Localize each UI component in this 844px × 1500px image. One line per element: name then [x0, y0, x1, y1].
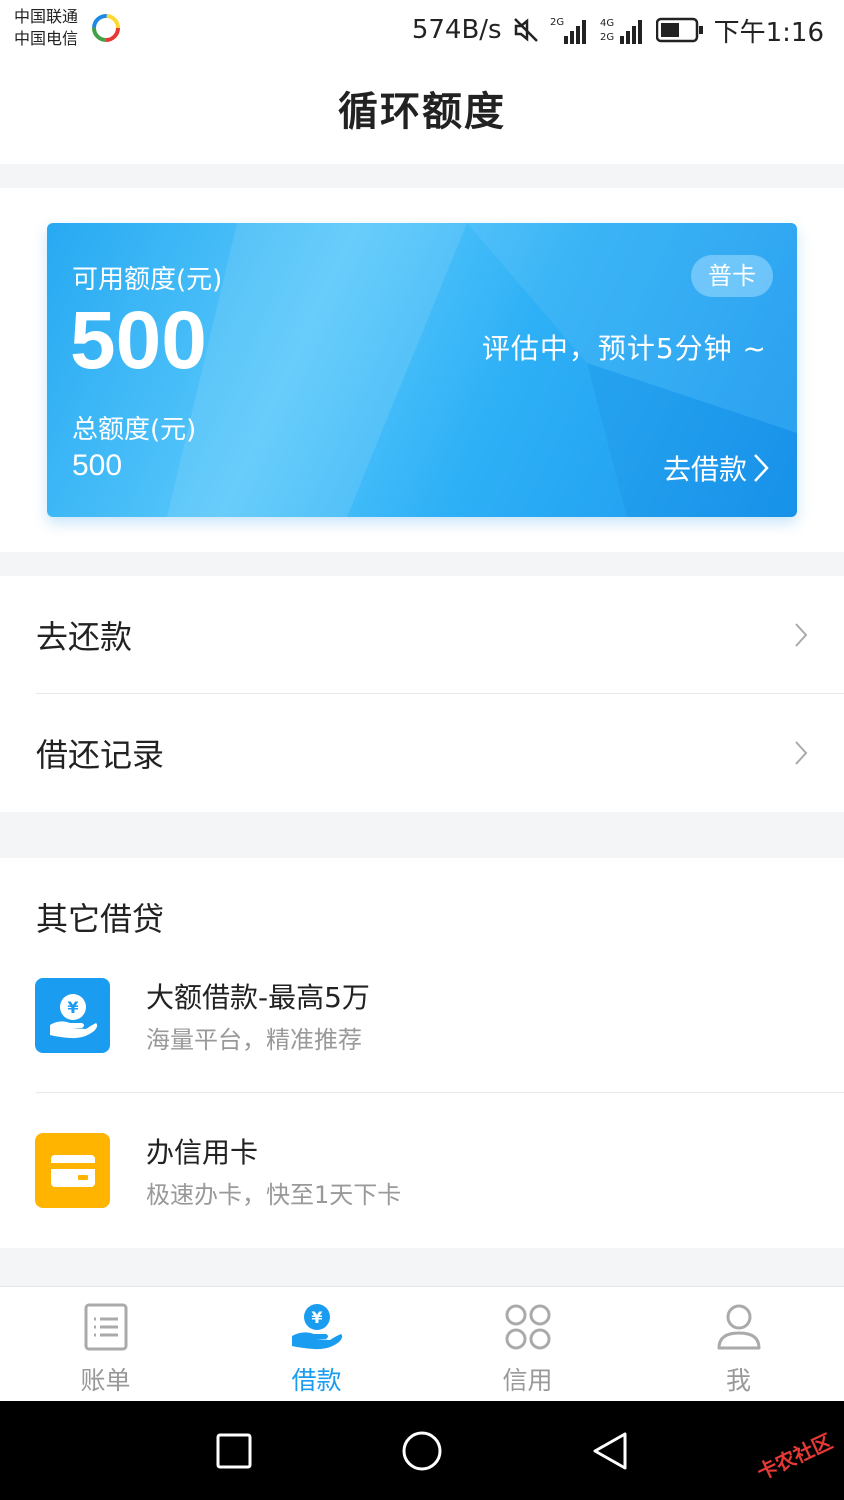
- back-button[interactable]: [588, 1429, 632, 1473]
- chevron-right-icon: [795, 741, 808, 765]
- total-limit-amount: 500: [72, 449, 123, 482]
- page-title: 循环额度: [338, 89, 506, 135]
- svg-text:¥: ¥: [311, 1308, 322, 1327]
- home-button[interactable]: [400, 1429, 444, 1473]
- loan-item-title: 大额借款-最高5万: [146, 981, 370, 1014]
- tab-label: 信用: [502, 1366, 553, 1395]
- tab-label: 账单: [80, 1366, 131, 1395]
- chevron-right-icon: [795, 623, 808, 647]
- recent-apps-button[interactable]: [212, 1429, 256, 1473]
- square-icon: [216, 1433, 252, 1469]
- bottom-tab-bar: 账单 ¥ 借款 信用 我: [0, 1286, 844, 1401]
- net-speed: 574B/s: [411, 15, 502, 45]
- svg-text:2G: 2G: [550, 17, 564, 28]
- section-title: 其它借贷: [36, 900, 165, 938]
- svg-text:4G: 4G: [600, 18, 614, 29]
- status-time: 下午1:16: [713, 17, 824, 48]
- card-icon: [35, 1133, 110, 1208]
- credit-limit-card[interactable]: 可用额度(元) 500 总额度(元) 500 普卡 评估中，预计5分钟 ~ 去借…: [47, 223, 797, 517]
- tab-label: 借款: [291, 1366, 342, 1395]
- tab-label: 我: [725, 1366, 751, 1395]
- carrier-1: 中国联通: [14, 7, 79, 26]
- signal-4g-icon: 4G 2G: [600, 18, 642, 44]
- other-loans-section: 其它借贷 ¥ 大额借款-最高5万 海量平台，精准推荐 办信用卡 极速办卡，快至1…: [0, 858, 844, 1248]
- tab-profile[interactable]: 我: [633, 1287, 844, 1401]
- profile-icon: [711, 1301, 767, 1353]
- evaluation-status: 评估中，预计5分钟 ~: [481, 332, 767, 365]
- menu-item-label: 借还记录: [36, 736, 165, 774]
- chevron-right-icon: [754, 454, 769, 482]
- menu-item-records[interactable]: 借还记录: [0, 694, 844, 812]
- divider: [36, 1092, 844, 1093]
- available-limit-label: 可用额度(元): [72, 265, 223, 295]
- back-triangle-icon: [593, 1432, 627, 1470]
- carrier-logo-icon: [92, 14, 120, 42]
- total-limit-label: 总额度(元): [72, 415, 197, 445]
- signal-2g-icon: 2G: [550, 17, 586, 44]
- circle-icon: [402, 1431, 442, 1471]
- loan-item-large[interactable]: ¥ 大额借款-最高5万 海量平台，精准推荐: [0, 968, 844, 1088]
- tab-bill[interactable]: 账单: [0, 1287, 211, 1401]
- menu-item-repay[interactable]: 去还款: [0, 576, 844, 694]
- menu-item-label: 去还款: [36, 618, 133, 656]
- system-nav-bar: 卡农社区: [0, 1401, 844, 1500]
- credit-card-section: 可用额度(元) 500 总额度(元) 500 普卡 评估中，预计5分钟 ~ 去借…: [0, 188, 844, 552]
- loan-icon: ¥: [289, 1301, 345, 1353]
- card-level-badge: 普卡: [691, 255, 773, 297]
- watermark: 卡农社区: [753, 1429, 836, 1485]
- status-bar: 中国联通 中国电信 574B/s 2G 4G 2G 下午1:16: [0, 0, 844, 60]
- page-header: 循环额度: [0, 60, 844, 164]
- carrier-info: 中国联通 中国电信: [14, 6, 78, 50]
- carrier-2: 中国电信: [14, 29, 79, 48]
- borrow-label: 去借款: [662, 453, 747, 486]
- yuan-hand-icon: ¥: [35, 978, 110, 1053]
- loan-item-credit-card[interactable]: 办信用卡 极速办卡，快至1天下卡: [0, 1123, 844, 1243]
- loan-item-subtitle: 海量平台，精准推荐: [146, 1026, 362, 1054]
- bill-icon: [78, 1301, 134, 1353]
- credit-icon: [500, 1301, 556, 1353]
- svg-text:¥: ¥: [67, 998, 78, 1017]
- loan-item-subtitle: 极速办卡，快至1天下卡: [146, 1181, 402, 1209]
- loan-item-title: 办信用卡: [146, 1136, 259, 1169]
- mute-icon: [513, 18, 538, 42]
- battery-icon: [655, 17, 703, 43]
- svg-text:2G: 2G: [600, 32, 614, 43]
- tab-credit[interactable]: 信用: [422, 1287, 633, 1401]
- available-limit-amount: 500: [70, 295, 207, 386]
- tab-loan[interactable]: ¥ 借款: [211, 1287, 422, 1401]
- menu-list: 去还款 借还记录: [0, 576, 844, 812]
- borrow-button[interactable]: 去借款: [663, 448, 769, 488]
- status-indicators: 574B/s 2G 4G 2G 下午1:16: [412, 10, 824, 50]
